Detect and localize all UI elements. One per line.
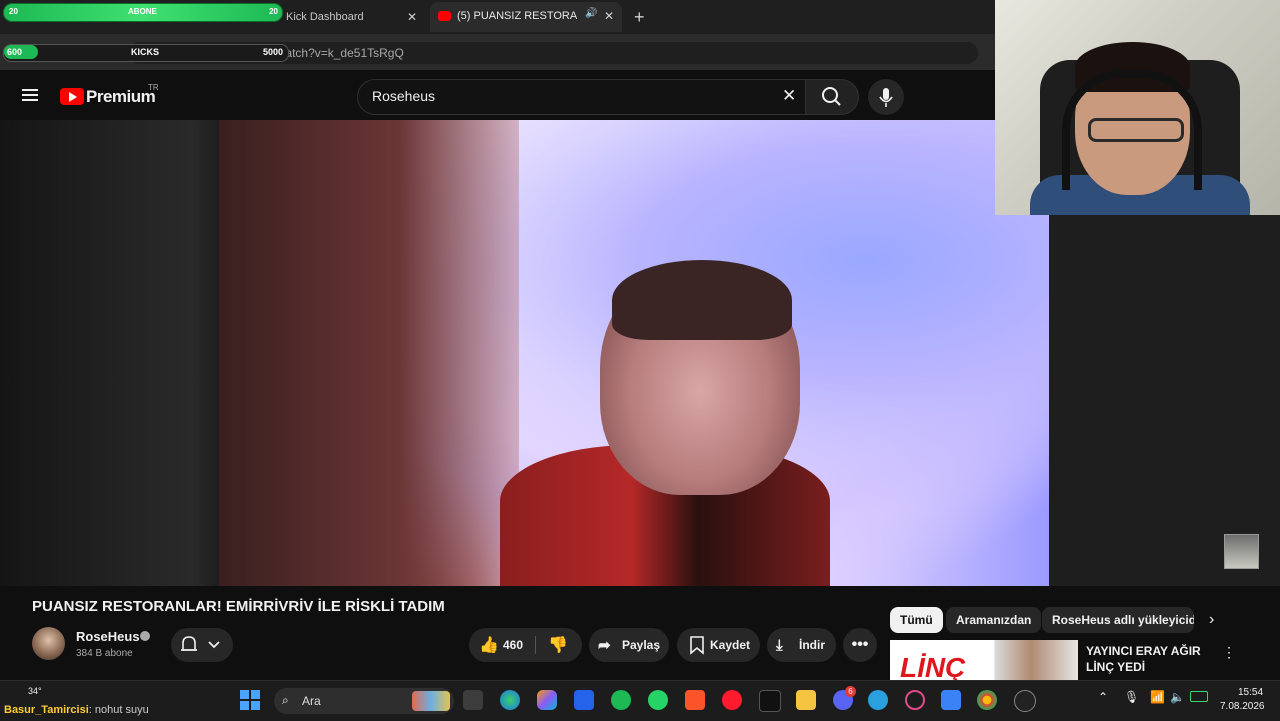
kicks-goal: 5000 [263,47,284,57]
windows-taskbar [0,680,1280,721]
clock-time[interactable]: 15:54 [1238,687,1263,698]
youtube-favicon-icon [438,11,451,21]
taskbar-search-placeholder: Ara [302,694,321,708]
opera-icon[interactable] [722,690,742,710]
chat-username: Basur_Tamircisi [4,704,89,716]
share-icon: ➦ [598,637,611,654]
chat-message: : nohut suyu [88,704,149,716]
wifi-icon[interactable]: 📶 [1150,690,1165,704]
discord-notification-badge: 6 [845,686,856,697]
tab-label: (5) PUANSIZ RESTORANLAR [457,10,577,22]
thumbnail-text: LİNÇ [900,652,966,682]
channel-name[interactable]: RoseHeus [76,629,140,644]
region-code: TR [148,83,159,92]
telegram-icon[interactable] [868,690,888,710]
chevron-up-icon[interactable]: ⌃ [1098,690,1108,704]
dislike-icon[interactable]: 👎 [548,635,568,655]
search-value[interactable]: Roseheus [372,88,435,104]
tab-kick-dashboard[interactable]: Kick Dashboard ✕ [282,4,427,30]
download-button[interactable]: ⤓ İndir [767,628,836,662]
bell-icon [181,636,220,651]
goal-label: ABONE [128,7,157,16]
opera-gx-icon[interactable] [905,690,925,710]
voice-search-button[interactable] [868,79,904,115]
new-tab-button[interactable]: + [634,7,645,28]
chip-all[interactable]: Tümü [890,607,943,633]
brave-icon[interactable] [685,690,705,710]
youtube-logo-text[interactable]: Premium [86,87,156,107]
battery-icon[interactable] [1190,691,1208,702]
chrome-icon[interactable] [977,690,997,710]
edge-icon[interactable] [500,690,520,710]
search-highlight-icon [412,691,450,711]
more-icon: ••• [851,636,869,653]
kicks-label: KICKS [131,47,160,57]
search-button[interactable] [805,79,859,115]
channel-avatar[interactable] [32,627,65,660]
close-icon[interactable]: ✕ [407,10,417,24]
video-person-hair [612,260,792,340]
divider [535,636,536,654]
chat-overlay-line: Basur_Tamircisi: nohut suyu [4,704,149,716]
chevron-right-icon[interactable]: › [1209,611,1214,629]
spotify-icon[interactable] [611,690,631,710]
windows-start-icon[interactable] [240,690,260,710]
clear-search-icon[interactable]: ✕ [782,86,796,106]
goal-right-count: 20 [269,7,278,16]
app-store-icon[interactable] [574,690,594,710]
close-icon[interactable]: ✕ [604,9,614,23]
search-icon [822,87,841,106]
task-view-icon[interactable] [463,690,483,710]
overlay-small-image [1224,534,1259,569]
game-app-icon[interactable] [759,690,781,712]
subscriber-count: 384 B abone [76,648,133,659]
weather-temp[interactable]: 34° [28,686,42,696]
tab-youtube-video[interactable]: (5) PUANSIZ RESTORANLAR 🔊 ✕ [430,2,622,32]
chip-from-search[interactable]: Aramanızdan [946,607,1042,633]
thumbs-up-icon: 👍 [479,637,499,654]
kebab-menu-icon[interactable]: ⋮ [1222,644,1236,661]
obs-icon[interactable] [1014,690,1036,712]
microphone-icon[interactable]: 🎙 [1124,690,1139,704]
notification-bell-button[interactable] [171,628,233,662]
microphone-icon [879,88,893,107]
share-label: Paylaş [622,638,661,652]
kicks-current: 600 [7,47,23,57]
more-actions-button[interactable]: ••• [843,628,877,662]
bookmark-icon [690,636,704,655]
volume-icon[interactable]: 🔈 [1170,690,1185,704]
share-button[interactable]: ➦ Paylaş [589,628,669,662]
recommendation-thumbnail[interactable]: LİNÇ [890,640,1078,682]
subscriber-goal-bar: 20 ABONE 20 [3,3,283,22]
taskbar-search[interactable]: ⌕ Ara [274,688,454,714]
download-label: İndir [799,638,825,652]
video-foreground-blur [219,120,519,586]
verified-icon [140,631,150,641]
chip-from-uploader[interactable]: RoseHeus adlı yükleyiciden [1042,607,1194,633]
youtube-logo-icon[interactable] [60,88,84,105]
webcam-headset [1062,70,1202,190]
whatsapp-icon[interactable] [648,690,668,710]
video-title: PUANSIZ RESTORANLAR! EMİRRİVRİV İLE RİSK… [32,598,445,615]
download-icon: ⤓ [776,636,783,654]
like-count: 460 [503,638,524,652]
save-button[interactable]: Kaydet [677,628,760,662]
menu-icon[interactable] [22,89,38,101]
clock-date[interactable]: 7.08.2026 [1220,701,1265,712]
search-icon: ⌕ [282,693,289,707]
tab-label: Kick Dashboard [286,11,364,23]
goal-left-count: 20 [9,7,18,16]
vpn-app-icon[interactable] [941,690,961,710]
save-label: Kaydet [710,638,751,652]
file-explorer-icon[interactable] [796,690,816,710]
like-button[interactable]: 👍 460 👎 [469,628,582,662]
copilot-icon[interactable] [537,690,557,710]
speaker-icon[interactable]: 🔊 [585,8,597,19]
recommendation-title[interactable]: YAYINCI ERAY AĞIR LİNÇ YEDİ [1086,643,1201,675]
